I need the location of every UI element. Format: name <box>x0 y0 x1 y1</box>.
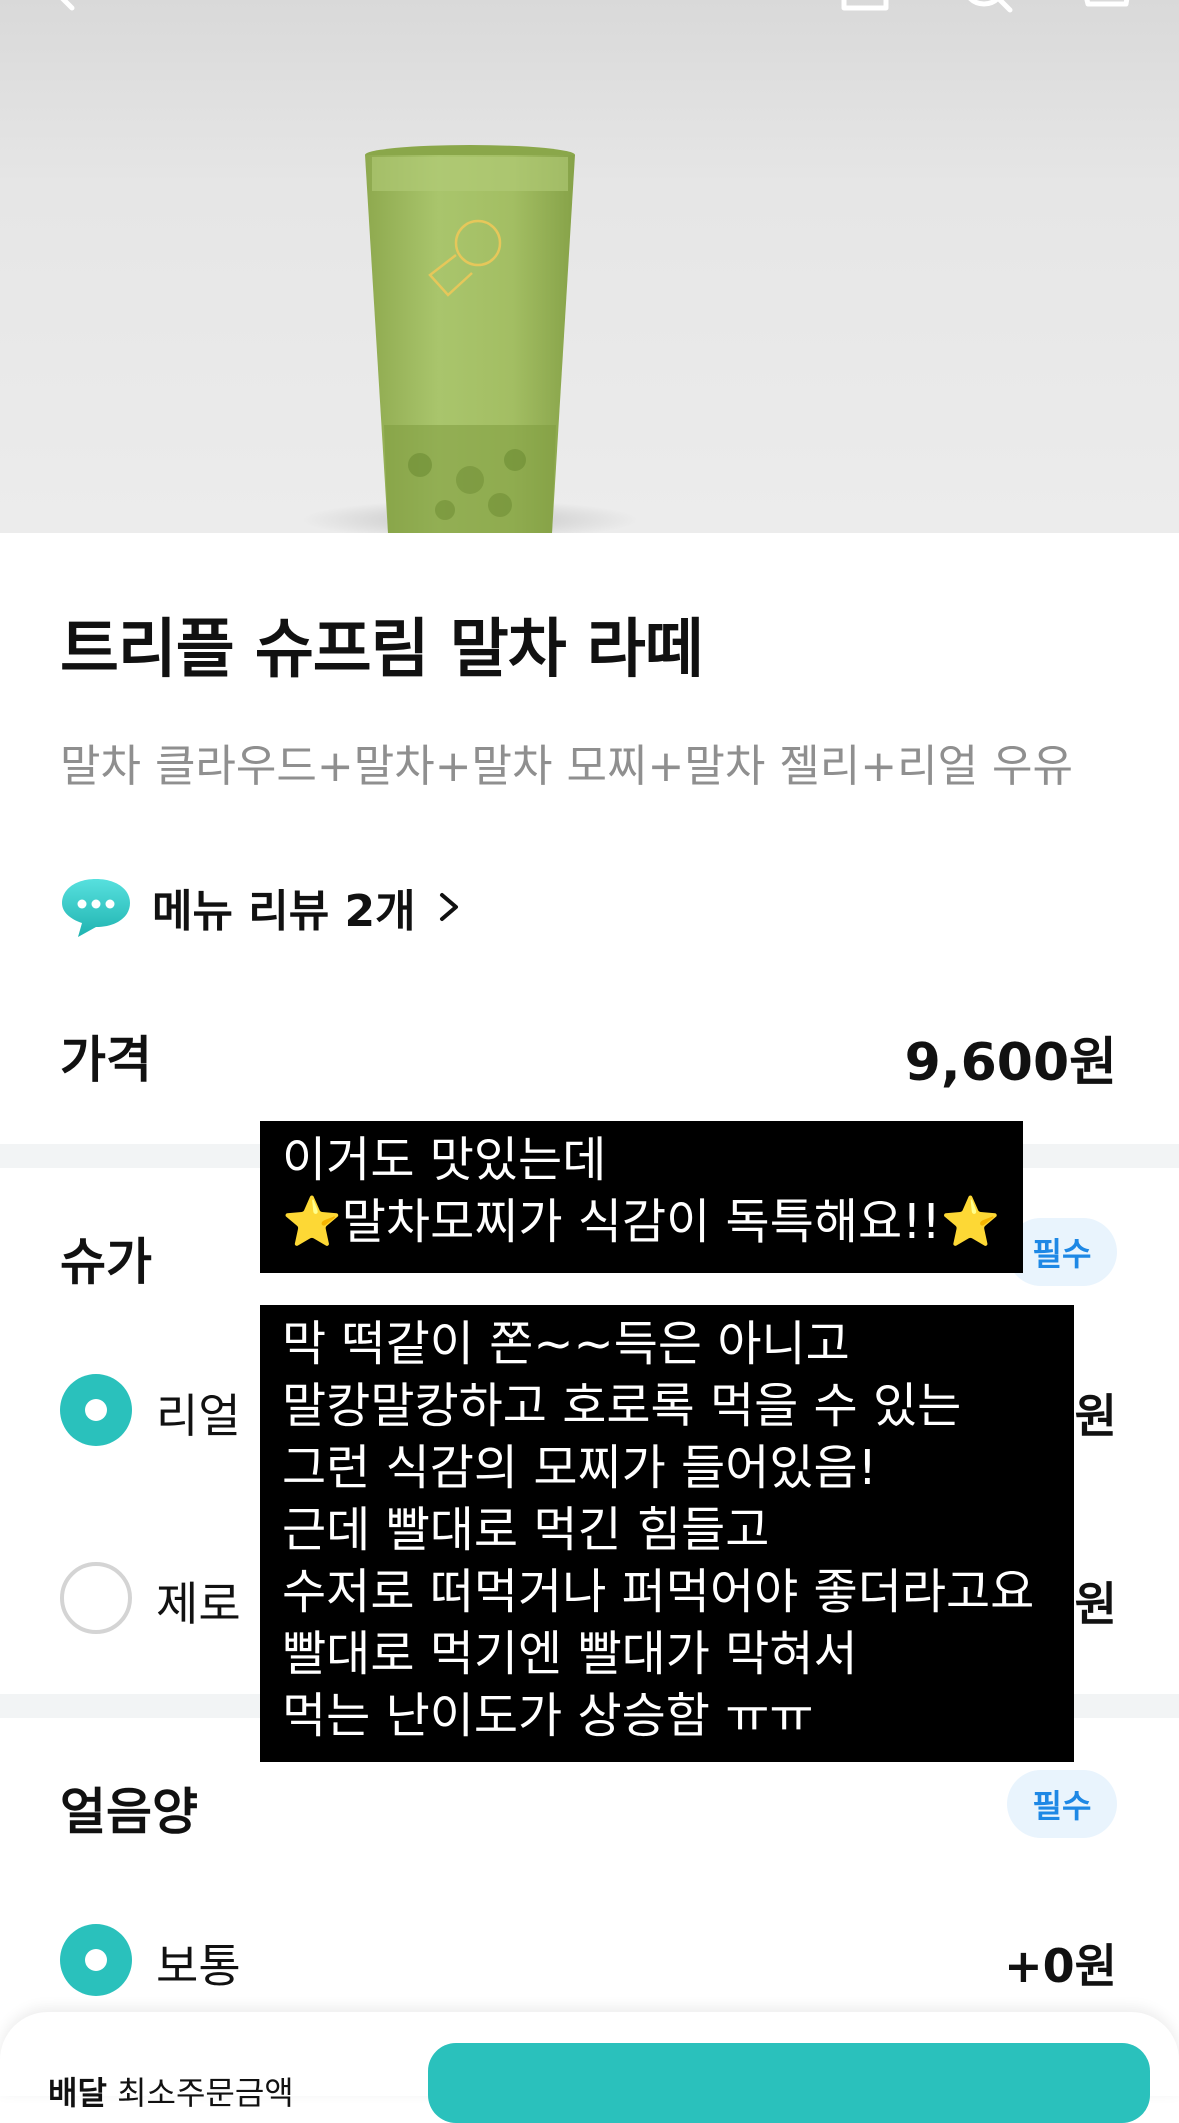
caption-line: 빨대로 먹기엔 빨대가 막혀서 <box>282 1626 858 1682</box>
sugar-option-real-radio[interactable] <box>60 1374 132 1446</box>
caption-line: ⭐말차모찌가 식감이 독특해요!!⭐ <box>282 1194 1001 1250</box>
caption-line: 막 떡같이 쫀~~득은 아니고 <box>282 1316 850 1372</box>
price-label: 가격 <box>60 1031 152 1089</box>
add-to-cart-button[interactable] <box>428 2043 1150 2123</box>
chevron-right-icon <box>439 893 458 921</box>
search-icon[interactable] <box>956 0 1016 30</box>
caption-overlay-1: 이거도 맛있는데 ⭐말차모찌가 식감이 독특해요!!⭐ <box>260 1121 1023 1273</box>
delivery-label: 배달 <box>48 2074 107 2112</box>
sugar-option-zero-radio[interactable] <box>60 1562 132 1634</box>
matcha-latte-drink-image <box>365 145 575 533</box>
ice-option-normal-label[interactable]: 보통 <box>156 1930 241 1996</box>
min-order-label: 최소주문금액 <box>106 2074 294 2112</box>
ice-section-title: 얼음양 <box>60 1783 198 1841</box>
required-badge: 필수 <box>1007 1770 1117 1838</box>
price-value: 9,600원 <box>904 1033 1117 1093</box>
caption-line: 먹는 난이도가 상승함 ㅠㅠ <box>282 1688 814 1744</box>
product-image <box>0 0 1179 533</box>
caption-line: 근데 빨대로 먹긴 힘들고 <box>282 1502 770 1558</box>
product-description: 말차 클라우드+말차+말차 모찌+말차 젤리+리얼 우유 <box>60 741 1074 792</box>
back-arrow-icon[interactable] <box>48 0 108 30</box>
sugar-option-real-label[interactable]: 리얼 <box>156 1380 241 1446</box>
product-title: 트리플 슈프림 말차 라떼 <box>60 613 704 687</box>
caption-line: 수저로 떠먹거나 퍼먹어야 좋더라고요 <box>282 1564 1035 1620</box>
sugar-section-title: 슈가 <box>60 1233 152 1291</box>
cart-icon[interactable] <box>1076 0 1136 30</box>
caption-overlay-2: 막 떡같이 쫀~~득은 아니고 말캉말캉하고 호로록 먹을 수 있는 그런 식감… <box>260 1305 1074 1762</box>
min-order-amount-label: 배달 최소주문금액 <box>48 2068 294 2114</box>
caption-line: 이거도 맛있는데 <box>282 1132 607 1188</box>
menu-review-link[interactable]: 메뉴 리뷰 2개 <box>60 872 464 942</box>
share-icon[interactable] <box>836 0 896 30</box>
caption-line: 말캉말캉하고 호로록 먹을 수 있는 <box>282 1378 962 1434</box>
caption-line: 그런 식감의 모찌가 들어있음! <box>282 1440 877 1496</box>
sugar-option-zero-price: 원 <box>1074 1577 1117 1631</box>
ice-option-normal-price: +0원 <box>1004 1939 1117 1993</box>
sugar-option-real-price: 원 <box>1074 1389 1117 1443</box>
sugar-option-zero-label[interactable]: 제로 <box>156 1568 241 1634</box>
ice-option-normal-radio[interactable] <box>60 1924 132 1996</box>
menu-review-label: 메뉴 리뷰 2개 <box>152 886 416 937</box>
speech-bubble-icon <box>62 879 130 937</box>
required-badge: 필수 <box>1007 1218 1117 1286</box>
